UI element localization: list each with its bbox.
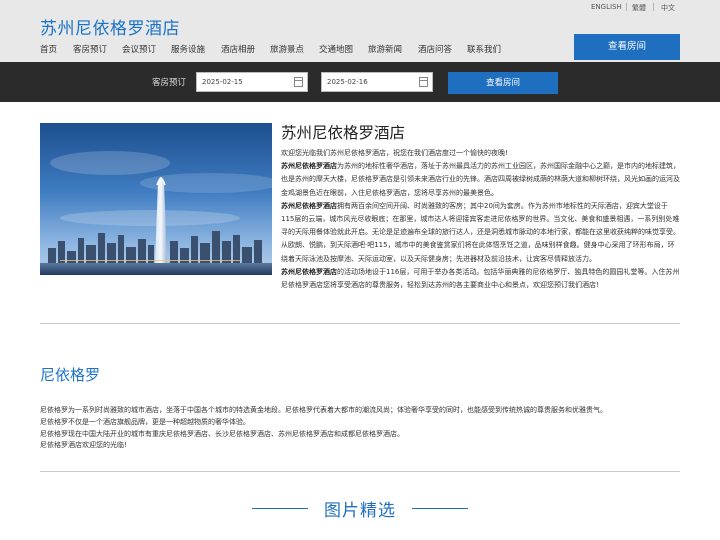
checkout-date-field[interactable]: 2025-02-16 (321, 72, 433, 92)
brand-line: 尼依格罗现在中国大陆开业的城市有重庆尼依格罗酒店、长沙尼依格罗酒店、苏州尼依格罗… (40, 429, 404, 438)
checkin-date-value: 2025-02-15 (202, 78, 243, 86)
nav-room-booking[interactable]: 客房预订 (73, 43, 107, 55)
checkout-date-value: 2025-02-16 (327, 78, 368, 86)
lang-chinese-link[interactable]: 中文 (661, 3, 675, 13)
calendar-icon[interactable] (419, 77, 428, 87)
intro-hotel-name: 苏州尼依格罗酒店 (281, 201, 337, 210)
gallery-heading: 图片精选 (324, 501, 396, 521)
brand-line: 尼依格罗不仅是一个酒店旗舰品牌，更是一种超越物质的奢华体验。 (40, 417, 250, 426)
lang-traditional-link[interactable]: 繁體 (632, 3, 646, 13)
booking-bar: 客房预订 2025-02-15 2025-02-16 查看房间 (0, 62, 720, 102)
section-divider (40, 471, 680, 472)
intro-welcome: 欢迎您光临我们苏州尼依格罗酒店，祝您在我们酒店度过一个愉快的夜晚! (281, 149, 508, 157)
lang-english-link[interactable]: ENGLISH (591, 3, 622, 11)
calendar-icon[interactable] (294, 77, 303, 87)
brand-description: 尼依格罗为一系列时尚雅致的城市酒店，坐落于中国各个城市的特选黄金地段。尼依格罗代… (40, 405, 680, 452)
site-title[interactable]: 苏州尼依格罗酒店 (40, 14, 180, 39)
site-header: 苏州尼依格罗酒店 ENGLISH | 繁體 | 中文 首页 客房预订 会议预订 … (0, 0, 720, 62)
brand-line: 尼依格罗为一系列时尚雅致的城市酒店，坐落于中国各个城市的特选黄金地段。尼依格罗代… (40, 406, 607, 414)
nav-home[interactable]: 首页 (40, 43, 57, 55)
brand-line: 尼依格罗酒店欢迎您的光临! (40, 441, 127, 450)
brand-heading: 尼依格罗 (40, 366, 101, 384)
intro-paragraph: 为苏州的地标性奢华酒店，落址于苏州最具活力的苏州工业园区，苏州国际金融中心之巅，… (281, 162, 680, 197)
nav-attractions[interactable]: 旅游景点 (270, 43, 304, 55)
intro-hotel-name: 苏州尼依格罗酒店 (281, 162, 337, 171)
search-rooms-button[interactable]: 查看房间 (448, 72, 558, 94)
intro-paragraph: 的活动场地设于116层，可用于举办各类活动。包括华丽典雅的尼依格罗厅、独具特色的… (281, 267, 680, 290)
nav-hotel-qa[interactable]: 酒店问答 (418, 43, 452, 55)
checkin-date-field[interactable]: 2025-02-15 (196, 72, 308, 92)
nav-traffic-map[interactable]: 交通地图 (319, 43, 353, 55)
nav-meeting-booking[interactable]: 会议预订 (122, 43, 156, 55)
nav-facilities[interactable]: 服务设施 (171, 43, 205, 55)
nav-contact[interactable]: 联系我们 (467, 43, 501, 55)
booking-label: 客房预订 (152, 78, 187, 88)
hotel-name-heading: 苏州尼依格罗酒店 (281, 124, 406, 142)
hotel-intro-text: 欢迎您光临我们苏州尼依格罗酒店，祝您在我们酒店度过一个愉快的夜晚! 苏州尼依格罗… (281, 147, 681, 292)
intro-hotel-name: 苏州尼依格罗酒店 (281, 267, 337, 276)
lang-divider: | (652, 2, 655, 11)
nav-travel-news[interactable]: 旅游新闻 (368, 43, 402, 55)
hotel-photo (40, 123, 272, 275)
view-rooms-button[interactable]: 查看房间 (574, 34, 680, 60)
section-divider (40, 323, 680, 324)
nav-album[interactable]: 酒店相册 (221, 43, 255, 55)
heading-rule-right (412, 508, 468, 509)
intro-paragraph: 拥有两百余间空间开阔、时尚雅致的客房；其中20间为套房。作为苏州市地标性的天际酒… (281, 201, 680, 263)
lang-divider: | (625, 2, 628, 11)
